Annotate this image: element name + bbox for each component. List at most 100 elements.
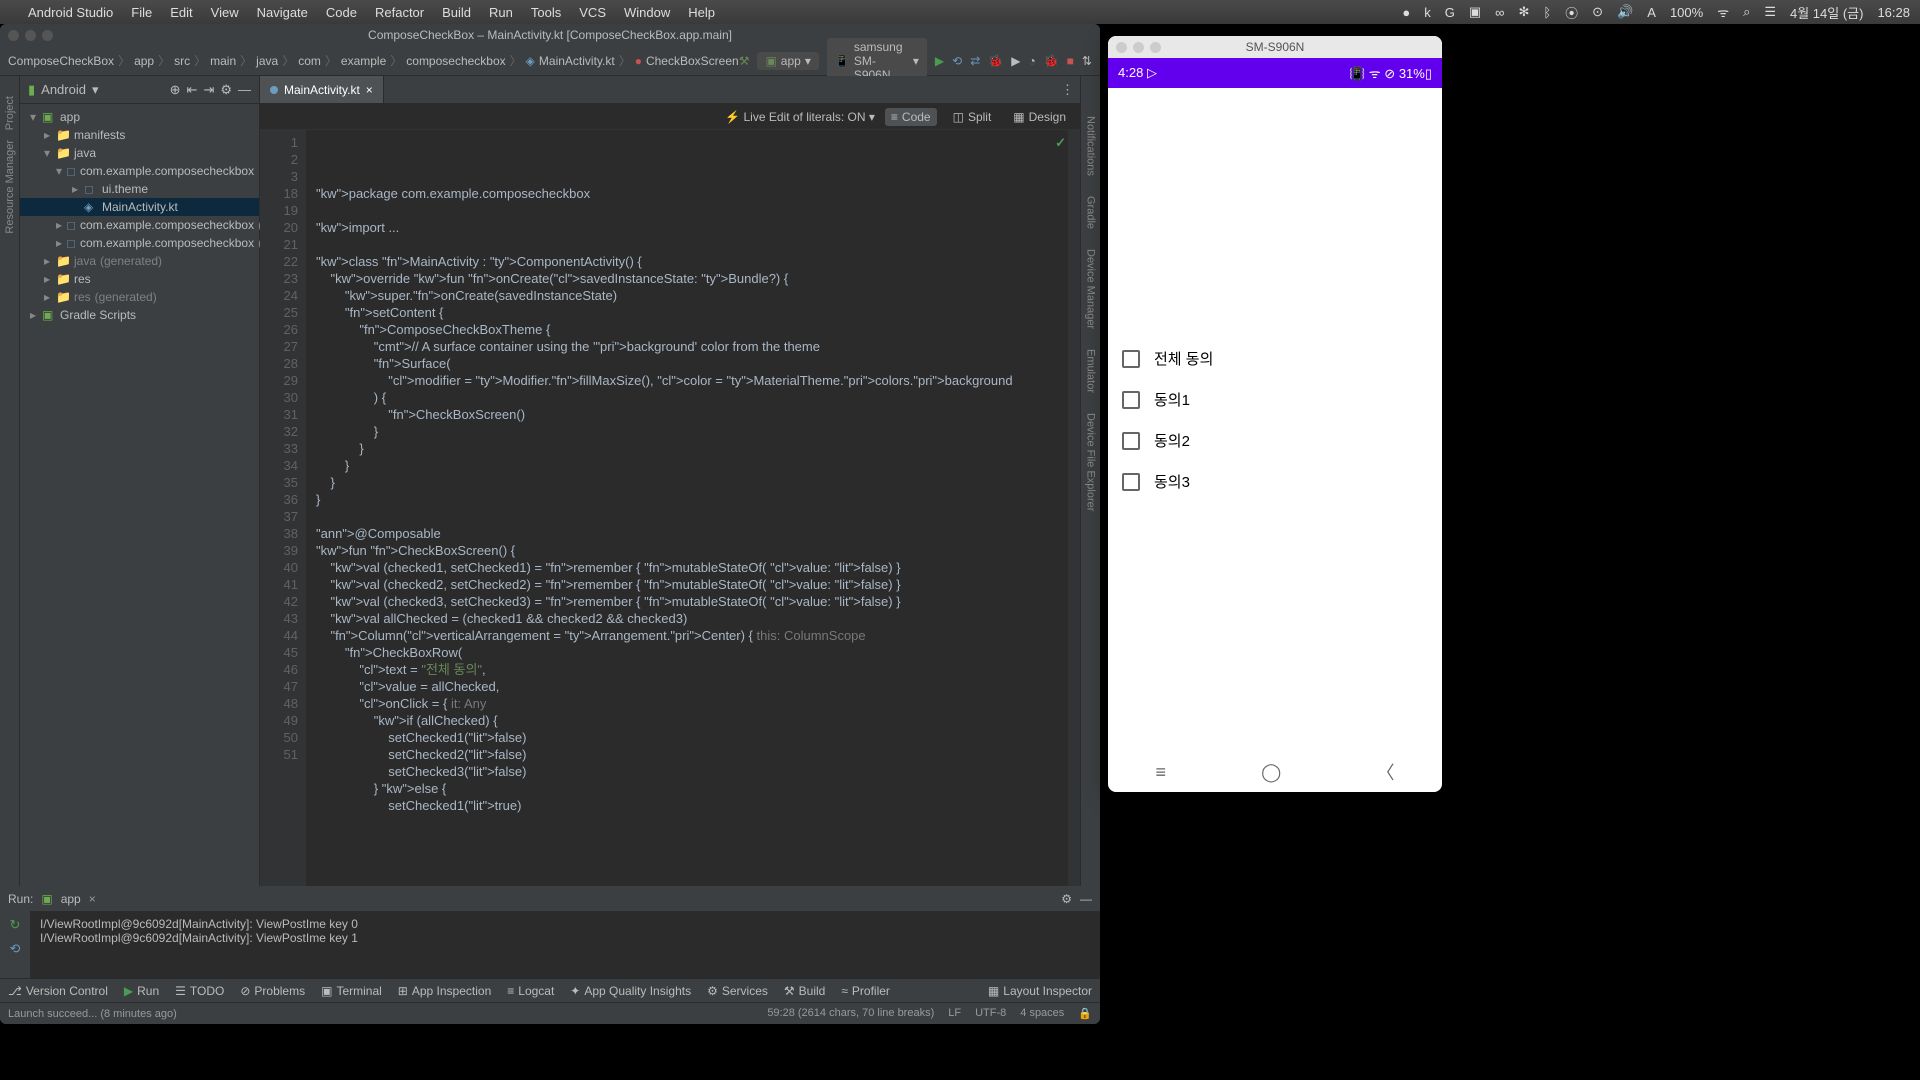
bluetooth-icon[interactable]: ᛒ <box>1543 5 1551 20</box>
recents-icon[interactable]: ≡ <box>1156 762 1167 783</box>
checkbox-icon[interactable] <box>1122 350 1140 368</box>
checkbox-icon[interactable] <box>1122 473 1140 491</box>
checkbox-icon[interactable] <box>1122 391 1140 409</box>
run-config-selector[interactable]: ▣app▾ <box>757 52 818 70</box>
run-icon[interactable]: ▶ <box>935 54 944 68</box>
project-tree[interactable]: ▾▣app▸📁manifests▾📁java▾◻com.example.comp… <box>20 104 259 886</box>
menu-item[interactable]: Edit <box>170 5 192 20</box>
code-content[interactable]: ✓ "kw">package com.example.composecheckb… <box>306 130 1068 886</box>
tree-item[interactable]: ▸📁manifests <box>20 126 259 144</box>
apply-code-icon[interactable]: ⇄ <box>970 54 980 68</box>
tool-build[interactable]: ⚒Build <box>784 984 825 998</box>
line-separator[interactable]: LF <box>948 1007 961 1020</box>
crumb[interactable]: com <box>298 54 321 68</box>
tree-item[interactable]: ▸◻com.example.composecheckbox (andro <box>20 216 259 234</box>
menu-item[interactable]: Navigate <box>257 5 308 20</box>
menu-item[interactable]: File <box>131 5 152 20</box>
view-design-button[interactable]: ▦ Design <box>1007 108 1072 126</box>
tool-services[interactable]: ⚙Services <box>707 984 768 998</box>
profile-icon[interactable]: ◔ <box>1028 54 1035 68</box>
tab-mainactivity[interactable]: MainActivity.kt × <box>260 76 384 103</box>
home-icon[interactable]: ◯ <box>1261 762 1281 783</box>
gutter[interactable]: 1231819202122232425262728293031323334353… <box>260 130 306 886</box>
tool-logcat[interactable]: ≡Logcat <box>507 984 554 998</box>
tray-icon[interactable]: ✻ <box>1518 4 1529 20</box>
expand-icon[interactable]: ⇥ <box>203 82 214 98</box>
back-icon[interactable]: 〈 <box>1376 759 1394 785</box>
checkbox-row-3[interactable]: 동의3 <box>1118 461 1432 502</box>
crumb[interactable]: CheckBoxScreen <box>646 54 739 68</box>
checkbox-row-2[interactable]: 동의2 <box>1118 420 1432 461</box>
menu-item[interactable]: Tools <box>531 5 561 20</box>
crumb[interactable]: composecheckbox <box>406 54 505 68</box>
error-stripe[interactable] <box>1068 130 1080 886</box>
tray-icon[interactable]: k <box>1424 5 1431 20</box>
tool-tab-emulator[interactable]: Emulator <box>1085 349 1097 393</box>
tool-layout-inspector[interactable]: ▦ Layout Inspector <box>988 984 1092 998</box>
tool-tab-gradle[interactable]: Gradle <box>1085 196 1097 229</box>
hammer-icon[interactable]: ⚒ <box>739 54 750 68</box>
apply-changes-icon[interactable]: ⟲ <box>952 54 962 68</box>
more-icon[interactable]: ⋮ <box>1061 82 1074 98</box>
tool-app-quality[interactable]: ✦App Quality Insights <box>570 984 691 998</box>
hide-icon[interactable]: — <box>1080 892 1092 906</box>
wifi-icon[interactable]: ᯤ <box>1717 3 1729 21</box>
keyboard-icon[interactable]: A <box>1647 5 1656 20</box>
minimize-icon[interactable] <box>25 30 36 41</box>
tool-todo[interactable]: ☰TODO <box>175 984 224 998</box>
caret-position[interactable]: 59:28 (2614 chars, 70 line breaks) <box>767 1007 934 1020</box>
tool-profiler[interactable]: ≈Profiler <box>841 984 890 998</box>
close-tab-icon[interactable]: × <box>366 83 373 97</box>
tree-item[interactable]: ▸📁java (generated) <box>20 252 259 270</box>
crumb[interactable]: src <box>174 54 190 68</box>
control-center-icon[interactable]: ☰ <box>1764 4 1776 20</box>
tree-item[interactable]: ▸📁res (generated) <box>20 288 259 306</box>
tree-item[interactable]: ▸📁res <box>20 270 259 288</box>
lock-icon[interactable]: 🔒 <box>1078 1007 1092 1020</box>
project-header[interactable]: ▮Android▾ ⊕ ⇤ ⇥ ⚙ — <box>20 76 259 104</box>
crumb[interactable]: ComposeCheckBox <box>8 54 114 68</box>
view-code-button[interactable]: ≡ Code <box>885 108 937 126</box>
tool-terminal[interactable]: ▣Terminal <box>321 984 382 998</box>
breadcrumbs[interactable]: ComposeCheckBox〉 app〉 src〉 main〉 java〉 c… <box>8 52 739 69</box>
gear-icon[interactable]: ⚙ <box>220 82 232 98</box>
menu-item[interactable]: VCS <box>579 5 606 20</box>
code-editor[interactable]: 1231819202122232425262728293031323334353… <box>260 130 1080 886</box>
close-icon[interactable] <box>8 30 19 41</box>
maximize-icon[interactable] <box>1150 42 1161 53</box>
close-run-tab-icon[interactable]: × <box>89 892 96 906</box>
tool-tab-device-manager[interactable]: Device Manager <box>1085 249 1097 329</box>
live-edit-toggle[interactable]: ⚡ Live Edit of literals: ON ▾ <box>725 110 875 124</box>
tree-item[interactable]: ▸◻com.example.composecheckbox (test) <box>20 234 259 252</box>
menu-item[interactable]: Refactor <box>375 5 424 20</box>
checkbox-row-all[interactable]: 전체 동의 <box>1118 338 1432 379</box>
encoding[interactable]: UTF-8 <box>975 1007 1006 1020</box>
gear-icon[interactable]: ⚙ <box>1061 892 1072 906</box>
crumb[interactable]: java <box>256 54 278 68</box>
crumb[interactable]: MainActivity.kt <box>539 54 615 68</box>
debug-icon[interactable]: 🐞 <box>988 54 1003 68</box>
menu-item[interactable]: Help <box>688 5 715 20</box>
target-icon[interactable]: ⊕ <box>170 82 181 98</box>
tray-icon[interactable]: ▣ <box>1469 4 1481 20</box>
tool-problems[interactable]: ⊘Problems <box>240 984 305 998</box>
maximize-icon[interactable] <box>42 30 53 41</box>
tool-tab-project[interactable]: Project <box>4 96 16 130</box>
tree-item[interactable]: ▾◻com.example.composecheckbox <box>20 162 259 180</box>
tray-icon[interactable]: ● <box>1402 5 1410 20</box>
tree-item[interactable]: ◈MainActivity.kt <box>20 198 259 216</box>
menu-item[interactable]: View <box>211 5 239 20</box>
tool-run[interactable]: ▶Run <box>124 984 159 998</box>
inspection-ok-icon[interactable]: ✓ <box>1055 134 1066 151</box>
volume-icon[interactable]: 🔊 <box>1617 4 1633 20</box>
tree-item[interactable]: ▸◻ui.theme <box>20 180 259 198</box>
hide-icon[interactable]: — <box>238 82 251 98</box>
collapse-icon[interactable]: ⇤ <box>187 82 198 98</box>
checkbox-icon[interactable] <box>1122 432 1140 450</box>
menu-item[interactable]: Window <box>624 5 670 20</box>
tool-version-control[interactable]: ⎇Version Control <box>8 984 108 998</box>
sync-icon[interactable]: ⇅ <box>1082 54 1092 68</box>
coverage-icon[interactable]: ▶ <box>1011 54 1020 68</box>
tree-item[interactable]: ▸▣Gradle Scripts <box>20 306 259 324</box>
menu-item[interactable]: Android Studio <box>28 5 113 20</box>
